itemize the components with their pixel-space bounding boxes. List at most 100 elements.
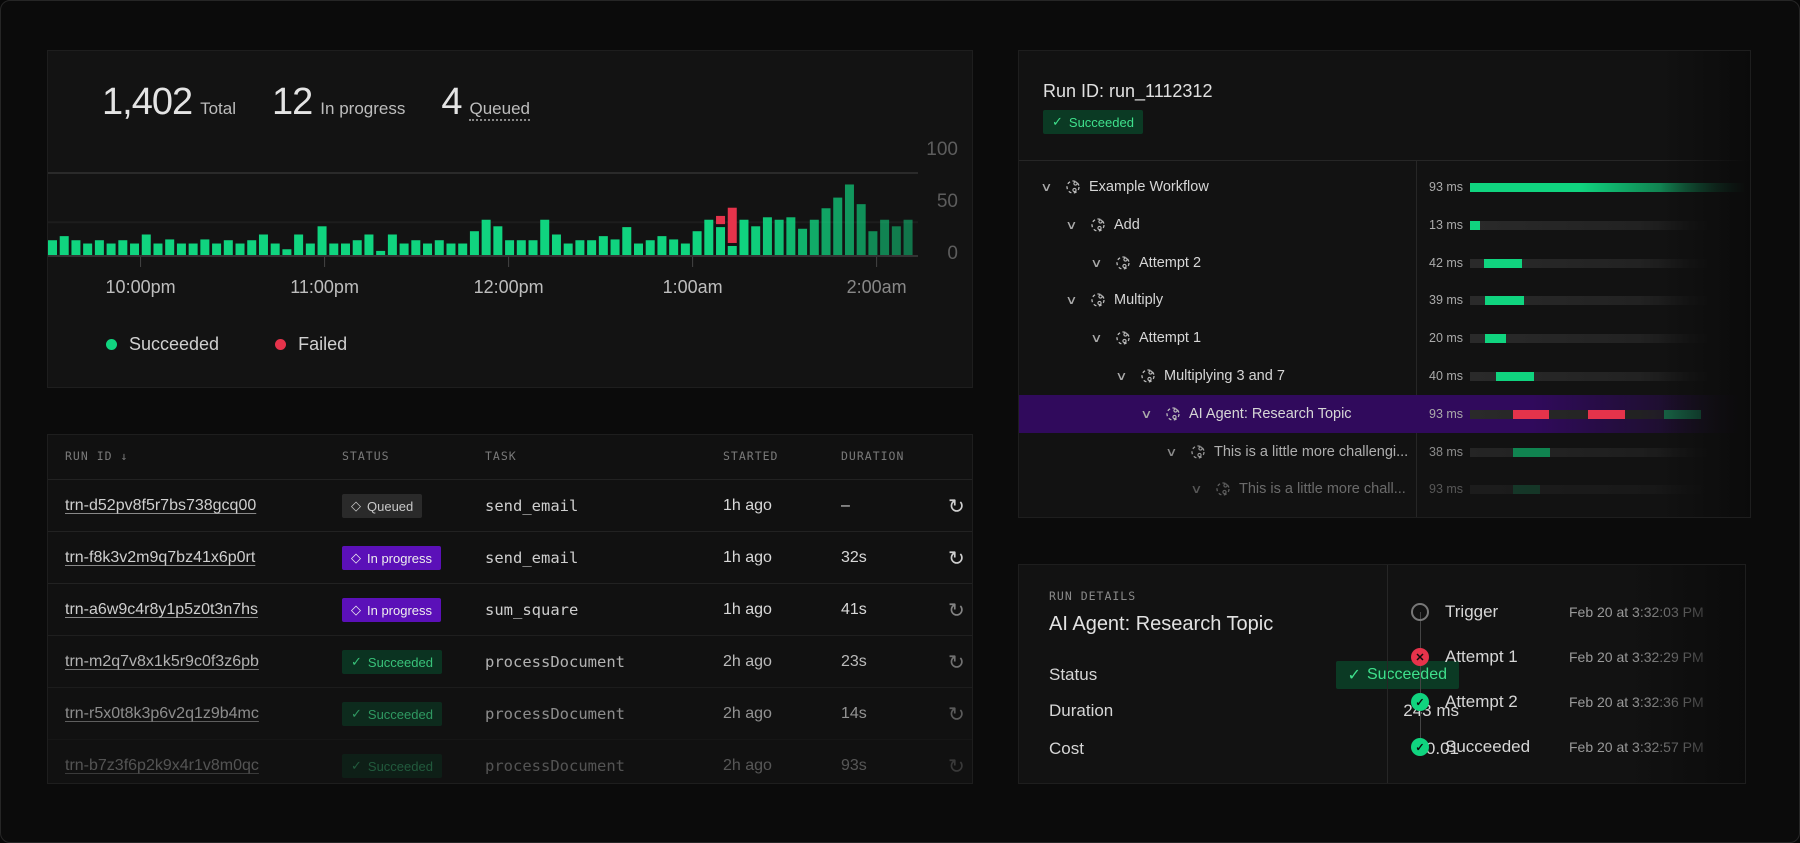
- bar-succeeded[interactable]: [59, 236, 69, 255]
- bar-succeeded[interactable]: [294, 234, 304, 256]
- chevron-down-icon[interactable]: ∨: [1065, 293, 1085, 307]
- col-status[interactable]: STATUS: [342, 449, 390, 463]
- bar-succeeded[interactable]: [809, 219, 819, 255]
- bar-succeeded[interactable]: [176, 243, 186, 255]
- bar-succeeded[interactable]: [598, 236, 608, 255]
- table-row[interactable]: trn-d52pv8f5r7bs738gcq00 ◇ Queued send_em…: [48, 479, 972, 532]
- bar-succeeded[interactable]: [106, 243, 116, 255]
- bar-succeeded[interactable]: [798, 228, 808, 255]
- bar-succeeded[interactable]: [716, 227, 726, 255]
- bar-succeeded[interactable]: [434, 240, 444, 255]
- bar-succeeded[interactable]: [727, 245, 737, 255]
- chevron-down-icon[interactable]: ∨: [1090, 256, 1110, 270]
- trace-row[interactable]: ∨ Attempt 2 42 ms: [1019, 244, 1750, 282]
- timeline-item[interactable]: Trigger Feb 20 at 3:32:03 PM: [1411, 597, 1704, 627]
- chevron-down-icon[interactable]: ∨: [1140, 407, 1160, 421]
- table-row[interactable]: trn-m2q7v8x1k5r9c0f3z6pb ✓ Succeeded proc…: [48, 635, 972, 688]
- bar-succeeded[interactable]: [446, 243, 456, 255]
- run-id-link[interactable]: trn-r5x0t8k3p6v2q1z9b4mc: [65, 705, 259, 723]
- bar-succeeded[interactable]: [282, 249, 292, 255]
- bar-succeeded[interactable]: [540, 219, 550, 255]
- bar-succeeded[interactable]: [71, 240, 81, 255]
- bar-succeeded[interactable]: [270, 243, 280, 255]
- bar-succeeded[interactable]: [516, 240, 526, 255]
- bar-succeeded[interactable]: [188, 243, 198, 255]
- bar-succeeded[interactable]: [821, 208, 831, 255]
- trace-row[interactable]: ∨ This is a little more challengi... 38 …: [1019, 433, 1750, 471]
- col-started[interactable]: STARTED: [723, 449, 778, 463]
- bar-failed[interactable]: [716, 215, 726, 225]
- rerun-icon[interactable]: ↻: [948, 740, 965, 783]
- col-run-id[interactable]: RUN ID ↓: [65, 449, 128, 463]
- col-duration[interactable]: DURATION: [841, 449, 904, 463]
- trace-row[interactable]: ∨ Add 13 ms: [1019, 206, 1750, 244]
- bar-succeeded[interactable]: [493, 226, 503, 255]
- bar-succeeded[interactable]: [94, 240, 104, 255]
- bar-succeeded[interactable]: [458, 243, 468, 255]
- bar-succeeded[interactable]: [223, 240, 233, 255]
- chevron-down-icon[interactable]: ∨: [1090, 331, 1110, 345]
- bar-succeeded[interactable]: [891, 226, 901, 255]
- bar-succeeded[interactable]: [235, 243, 245, 255]
- trace-row[interactable]: ∨ Multiplying 3 and 7 40 ms: [1019, 357, 1750, 395]
- table-row[interactable]: trn-b7z3f6p2k9x4r1v8m0qc ✓ Succeeded proc…: [48, 739, 972, 783]
- bar-succeeded[interactable]: [634, 243, 643, 255]
- bar-succeeded[interactable]: [786, 217, 796, 255]
- run-id-link[interactable]: trn-b7z3f6p2k9x4r1v8m0qc: [65, 757, 259, 775]
- run-id-link[interactable]: trn-a6w9c4r8y1p5z0t3n7hs: [65, 601, 258, 619]
- chevron-down-icon[interactable]: ∨: [1065, 218, 1085, 232]
- bar-succeeded[interactable]: [669, 239, 679, 255]
- bar-succeeded[interactable]: [83, 243, 93, 255]
- bar-succeeded[interactable]: [481, 219, 491, 255]
- bar-succeeded[interactable]: [130, 243, 140, 255]
- bar-succeeded[interactable]: [680, 243, 690, 255]
- bar-succeeded[interactable]: [387, 234, 397, 256]
- bar-succeeded[interactable]: [352, 240, 362, 255]
- bar-succeeded[interactable]: [774, 219, 784, 255]
- bar-succeeded[interactable]: [739, 219, 749, 255]
- bar-succeeded[interactable]: [505, 240, 515, 255]
- chevron-down-icon[interactable]: ∨: [1190, 482, 1210, 496]
- bar-succeeded[interactable]: [587, 240, 597, 255]
- timeline-item[interactable]: ✓ Attempt 2 Feb 20 at 3:32:36 PM: [1411, 687, 1704, 717]
- bar-succeeded[interactable]: [141, 234, 151, 256]
- bar-succeeded[interactable]: [423, 243, 433, 255]
- bar-succeeded[interactable]: [399, 243, 409, 255]
- bar-succeeded[interactable]: [622, 227, 632, 255]
- rerun-icon[interactable]: ↻: [948, 532, 965, 584]
- bar-succeeded[interactable]: [751, 226, 761, 255]
- bar-succeeded[interactable]: [411, 240, 421, 255]
- rerun-icon[interactable]: ↻: [948, 584, 965, 636]
- bar-succeeded[interactable]: [844, 184, 854, 255]
- run-id-link[interactable]: trn-m2q7v8x1k5r9c0f3z6pb: [65, 653, 259, 671]
- bar-succeeded[interactable]: [212, 243, 222, 255]
- bar-succeeded[interactable]: [165, 239, 175, 255]
- trace-row[interactable]: ∨ Attempt 1 20 ms: [1019, 319, 1750, 357]
- bar-succeeded[interactable]: [645, 240, 655, 255]
- trace-row[interactable]: ∨ AI Agent: Research Topic 93 ms: [1019, 394, 1750, 433]
- table-row[interactable]: trn-f8k3v2m9q7bz41x6p0rt ◇ In progress se…: [48, 531, 972, 584]
- bar-succeeded[interactable]: [692, 231, 702, 255]
- table-row[interactable]: trn-a6w9c4r8y1p5z0t3n7hs ◇ In progress su…: [48, 583, 972, 636]
- trace-row[interactable]: ∨ Multiply 39 ms: [1019, 281, 1750, 319]
- rerun-icon[interactable]: ↻: [948, 480, 965, 532]
- bar-succeeded[interactable]: [153, 243, 163, 255]
- bar-succeeded[interactable]: [528, 240, 538, 255]
- bar-succeeded[interactable]: [856, 204, 866, 255]
- trace-row[interactable]: ∨ This is a little more chall... 93 ms: [1019, 470, 1750, 508]
- bar-succeeded[interactable]: [317, 226, 327, 255]
- rerun-icon[interactable]: ↻: [948, 636, 965, 688]
- bar-succeeded[interactable]: [341, 243, 350, 255]
- bar-succeeded[interactable]: [833, 197, 843, 255]
- timeline-item[interactable]: ✓ Succeeded Feb 20 at 3:32:57 PM: [1411, 732, 1704, 762]
- bar-succeeded[interactable]: [880, 219, 890, 255]
- bar-succeeded[interactable]: [48, 240, 57, 255]
- bar-succeeded[interactable]: [563, 243, 573, 255]
- bar-succeeded[interactable]: [376, 250, 386, 255]
- trace-row[interactable]: ∨ Example Workflow 93 ms: [1019, 168, 1750, 206]
- bar-succeeded[interactable]: [575, 240, 585, 255]
- bar-succeeded[interactable]: [364, 234, 374, 256]
- chevron-down-icon[interactable]: ∨: [1040, 180, 1060, 194]
- bar-succeeded[interactable]: [305, 243, 315, 255]
- chevron-down-icon[interactable]: ∨: [1115, 369, 1135, 383]
